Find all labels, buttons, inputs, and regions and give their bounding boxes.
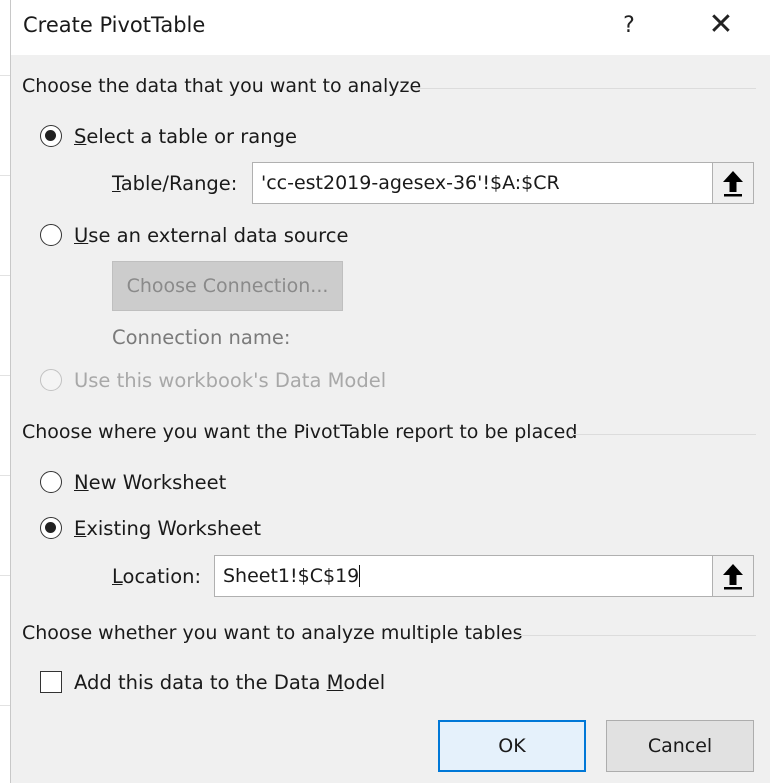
section-divider: [518, 635, 756, 636]
location-value: Sheet1!$C$19: [223, 565, 361, 587]
ok-button[interactable]: OK: [438, 720, 586, 772]
radio-indicator-checked[interactable]: [40, 517, 62, 539]
gridline: [0, 475, 10, 476]
add-to-data-model-label: Add this data to the Data Model: [74, 670, 386, 694]
connection-name-label: Connection name:: [112, 326, 291, 349]
up-arrow-icon: [723, 171, 743, 197]
data-source-heading: Choose the data that you want to analyze: [22, 75, 422, 97]
up-arrow-icon: [723, 564, 743, 590]
radio-indicator-checked[interactable]: [40, 125, 62, 147]
multiple-tables-heading: Choose whether you want to analyze multi…: [22, 622, 523, 644]
select-table-radio[interactable]: Select a table or range: [40, 121, 297, 151]
data-model-label: Use this workbook's Data Model: [74, 368, 387, 392]
cancel-button[interactable]: Cancel: [606, 720, 754, 772]
title-bar: Create PivotTable ? ✕: [11, 0, 770, 55]
gridline: [0, 275, 10, 276]
gridline: [0, 75, 10, 76]
existing-worksheet-radio[interactable]: Existing Worksheet: [40, 513, 261, 543]
new-worksheet-radio[interactable]: New Worksheet: [40, 467, 226, 497]
placement-heading: Choose where you want the PivotTable rep…: [22, 421, 578, 443]
external-source-radio[interactable]: Use an external data source: [40, 220, 348, 250]
table-range-label: Table/Range:: [112, 172, 238, 195]
gridline: [0, 175, 10, 176]
location-input[interactable]: Sheet1!$C$19: [214, 555, 713, 597]
gridline: [0, 375, 10, 376]
choose-connection-button[interactable]: Choose Connection...: [112, 261, 343, 311]
radio-indicator[interactable]: [40, 471, 62, 493]
gridline: [0, 705, 10, 706]
table-range-collapse-button[interactable]: [712, 162, 754, 204]
existing-worksheet-label: Existing Worksheet: [74, 516, 261, 540]
new-worksheet-label: New Worksheet: [74, 470, 227, 494]
background-spreadsheet-edge: [0, 0, 11, 783]
checkbox-indicator[interactable]: [40, 671, 62, 693]
data-model-radio[interactable]: Use this workbook's Data Model: [40, 365, 386, 395]
create-pivottable-dialog: Create PivotTable ? ✕ Choose the data th…: [11, 0, 770, 783]
gridline: [0, 575, 10, 576]
external-source-label: Use an external data source: [74, 223, 349, 247]
select-table-label: Select a table or range: [74, 124, 297, 148]
radio-indicator-disabled[interactable]: [40, 369, 62, 391]
add-to-data-model-checkbox[interactable]: Add this data to the Data Model: [40, 667, 385, 697]
section-divider: [416, 88, 756, 89]
close-button[interactable]: ✕: [699, 6, 743, 46]
dialog-title: Create PivotTable: [23, 13, 206, 37]
radio-indicator[interactable]: [40, 224, 62, 246]
location-collapse-button[interactable]: [712, 555, 754, 597]
help-button[interactable]: ?: [609, 6, 649, 46]
section-divider: [572, 434, 756, 435]
table-range-input[interactable]: [252, 162, 713, 204]
location-label: Location:: [112, 565, 202, 588]
